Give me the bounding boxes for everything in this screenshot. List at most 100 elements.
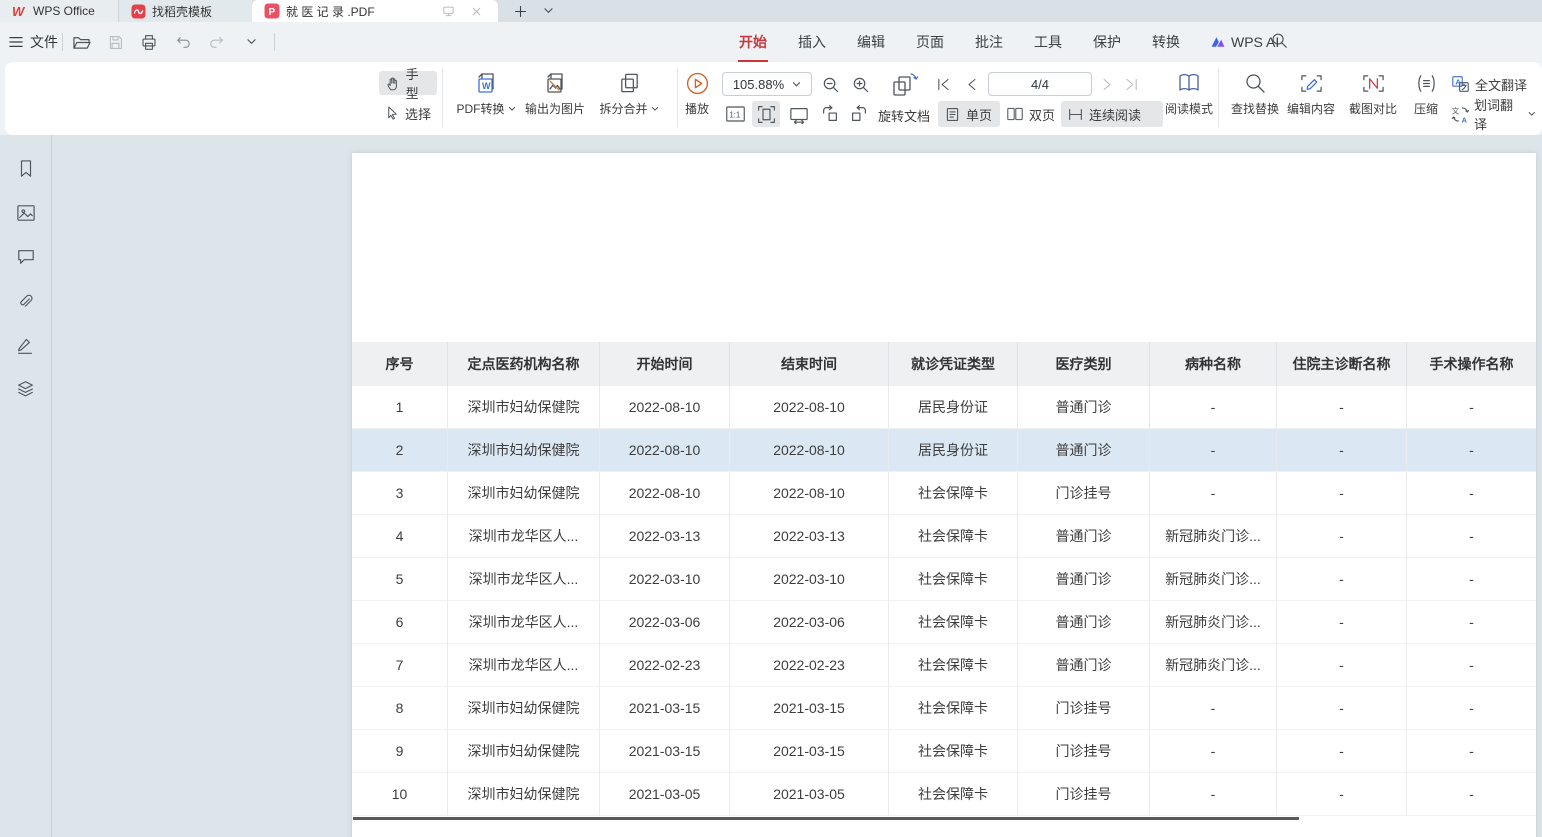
table-cell: -	[1407, 601, 1536, 644]
table-header-cell: 结束时间	[730, 342, 889, 386]
comments-icon[interactable]	[14, 245, 38, 269]
present-monitor-icon[interactable]	[438, 1, 458, 21]
tab-list-chevron-icon[interactable]	[538, 1, 558, 21]
screenshot-compare-button[interactable]: 截图对比	[1343, 67, 1403, 129]
table-cell: 深圳市龙华区人...	[448, 601, 600, 644]
actual-size-button[interactable]: 1:1	[723, 103, 747, 125]
table-cell: 深圳市妇幼保健院	[448, 687, 600, 730]
open-folder-icon[interactable]	[70, 31, 92, 53]
zoom-in-button[interactable]	[848, 73, 872, 95]
compress-button[interactable]: 压缩	[1403, 67, 1449, 129]
select-tool-button[interactable]: 选择	[379, 101, 437, 125]
table-cell: 普通门诊	[1018, 386, 1150, 429]
prev-page-button[interactable]	[960, 73, 982, 95]
zoom-level-select[interactable]: 105.88%	[722, 72, 812, 96]
layers-icon[interactable]	[14, 377, 38, 401]
hand-tool-button[interactable]: 手型	[379, 71, 437, 95]
table-cell: 深圳市妇幼保健院	[448, 386, 600, 429]
rotate-doc-label: 旋转文档	[878, 106, 930, 125]
table-horizontal-scrollbar[interactable]	[353, 817, 1299, 820]
new-tab-plus-icon[interactable]	[510, 1, 530, 21]
undo-icon[interactable]	[172, 31, 194, 53]
tab-docer-templates[interactable]: 找稻壳模板	[118, 0, 252, 22]
split-merge-icon	[617, 67, 642, 99]
redo-icon[interactable]	[206, 31, 228, 53]
last-page-button[interactable]	[1121, 73, 1143, 95]
svg-text:1:1: 1:1	[729, 111, 740, 120]
attachment-icon[interactable]	[14, 289, 38, 313]
print-icon[interactable]	[138, 31, 160, 53]
file-menu[interactable]: 文件	[8, 22, 58, 62]
edit-content-button[interactable]: 编辑内容	[1281, 67, 1341, 129]
rotate-pages-button[interactable]	[886, 70, 922, 98]
next-page-button[interactable]	[1096, 73, 1118, 95]
pdf-convert-button[interactable]: W PDF转换	[446, 67, 526, 129]
quickbar-more-chevron-icon[interactable]	[240, 31, 262, 53]
play-icon	[685, 67, 710, 99]
table-cell: 2021-03-15	[600, 687, 730, 730]
table-cell: -	[1150, 730, 1277, 773]
table-cell: -	[1277, 386, 1407, 429]
wps-logo-icon: W	[12, 4, 27, 18]
screenshot-compare-icon	[1361, 67, 1386, 99]
ribbon-search-icon[interactable]	[1270, 31, 1292, 53]
single-page-button[interactable]: 单页	[938, 101, 1000, 127]
rotate-left-button[interactable]	[818, 103, 842, 125]
fit-width-button[interactable]	[786, 103, 812, 125]
table-cell: 普通门诊	[1018, 558, 1150, 601]
menu-item-protect[interactable]: 保护	[1092, 30, 1122, 54]
rotate-right-button[interactable]	[847, 103, 871, 125]
menu-item-tools[interactable]: 工具	[1033, 30, 1063, 54]
tab-document-active[interactable]: P 就 医 记 录 .PDF	[252, 0, 498, 22]
table-cell: 社会保障卡	[889, 515, 1018, 558]
thumbnails-icon[interactable]	[14, 201, 38, 225]
save-icon[interactable]	[104, 31, 126, 53]
continuous-read-button[interactable]: 连续阅读	[1061, 101, 1163, 127]
table-row: 6深圳市龙华区人...2022-03-062022-03-06社会保障卡普通门诊…	[352, 601, 1536, 644]
first-page-button[interactable]	[932, 73, 954, 95]
table-row: 2深圳市妇幼保健院2022-08-102022-08-10居民身份证普通门诊--…	[352, 429, 1536, 472]
menu-item-convert[interactable]: 转换	[1151, 30, 1181, 54]
table-row: 4深圳市龙华区人...2022-03-132022-03-13社会保障卡普通门诊…	[352, 515, 1536, 558]
hand-icon	[385, 75, 401, 92]
menu-item-page[interactable]: 页面	[915, 30, 945, 54]
fit-page-button[interactable]	[752, 101, 780, 127]
table-row: 3深圳市妇幼保健院2022-08-102022-08-10社会保障卡门诊挂号--…	[352, 472, 1536, 515]
full-translate-button[interactable]: A 全文翻译	[1445, 72, 1533, 96]
table-cell: 3	[352, 472, 448, 515]
table-cell: 深圳市妇幼保健院	[448, 773, 600, 816]
close-tab-icon[interactable]	[466, 1, 486, 21]
table-header-cell: 开始时间	[600, 342, 730, 386]
export-image-button[interactable]: 输出为图片	[519, 67, 591, 129]
menu-item-comment[interactable]: 批注	[974, 30, 1004, 54]
split-merge-button[interactable]: 拆分合并	[591, 67, 667, 129]
export-image-icon	[542, 67, 568, 99]
menu-item-home[interactable]: 开始	[738, 30, 768, 54]
find-replace-button[interactable]: 查找替换	[1223, 67, 1287, 129]
table-cell: 10	[352, 773, 448, 816]
window-tab-strip: W WPS Office 找稻壳模板 P 就 医 记 录 .PDF	[0, 0, 1542, 22]
table-cell: 2022-08-10	[730, 472, 889, 515]
menu-item-wps-ai[interactable]: WPS AI	[1210, 34, 1279, 50]
table-cell: 门诊挂号	[1018, 472, 1150, 515]
play-button[interactable]: 播放	[672, 67, 722, 129]
table-cell: 新冠肺炎门诊...	[1150, 644, 1277, 687]
file-menu-label: 文件	[30, 32, 58, 52]
menu-item-insert[interactable]: 插入	[797, 30, 827, 54]
table-cell: 深圳市妇幼保健院	[448, 429, 600, 472]
pdf-convert-icon: W	[473, 67, 499, 99]
svg-text:A: A	[1455, 77, 1461, 86]
continuous-read-icon	[1067, 107, 1084, 122]
double-page-icon	[1006, 106, 1024, 122]
signature-pen-icon[interactable]	[14, 333, 38, 357]
table-cell: 1	[352, 386, 448, 429]
word-translate-button[interactable]: 文A 划词翻译	[1445, 102, 1542, 126]
tab-wps-office[interactable]: W WPS Office	[0, 0, 118, 22]
compress-icon	[1415, 67, 1438, 99]
bookmarks-icon[interactable]	[14, 157, 38, 181]
table-cell: 社会保障卡	[889, 687, 1018, 730]
zoom-out-button[interactable]	[818, 73, 842, 95]
menu-item-edit[interactable]: 编辑	[856, 30, 886, 54]
menu-bar: 文件 开始 插入 编辑 页面 批注 工具 保护 转换 W	[0, 22, 1542, 62]
page-number-input[interactable]: 4/4	[988, 72, 1092, 96]
